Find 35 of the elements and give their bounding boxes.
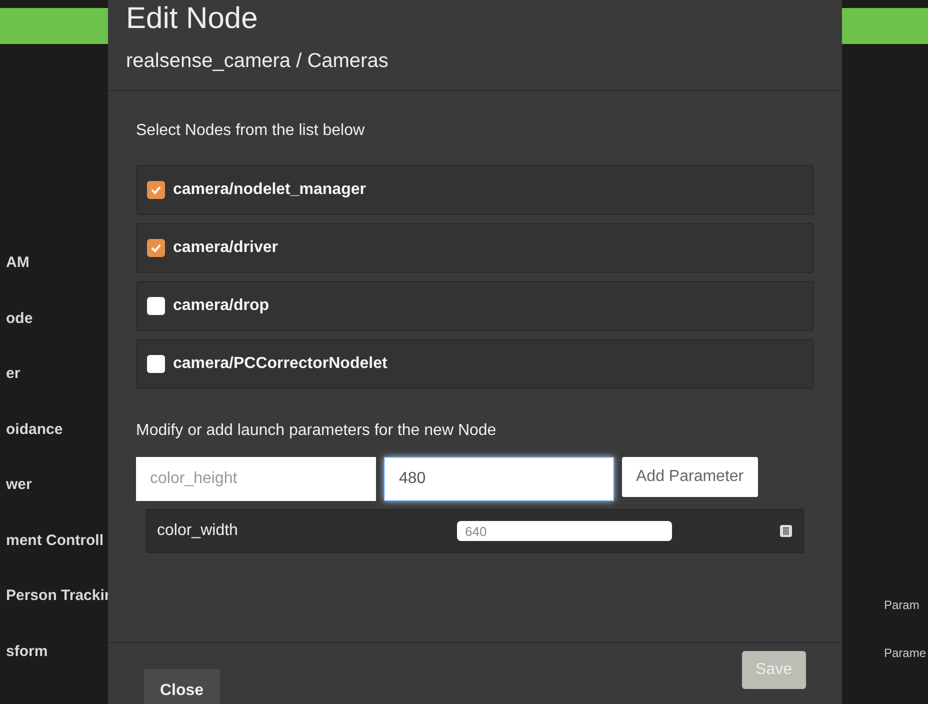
- name-field[interactable]: color_height: [136, 457, 376, 501]
- sidebar-item[interactable]: wer: [6, 474, 108, 496]
- check-icon: [150, 184, 162, 196]
- sidebar-item[interactable]: er: [6, 363, 108, 386]
- checkbox[interactable]: [147, 239, 165, 257]
- section-label: Modify or add launch parameters for the new Node: [136, 421, 498, 441]
- node-row[interactable]: camera/driver: [136, 223, 814, 273]
- sidebar-item[interactable]: Person Trackir: [6, 585, 108, 608]
- node-row[interactable]: camera/nodelet_manager: [136, 165, 814, 215]
- check-icon: [150, 242, 162, 254]
- node-row[interactable]: camera/drop: [136, 281, 814, 331]
- parameter-label: Parame: [884, 645, 928, 662]
- delete-icon[interactable]: [779, 524, 793, 538]
- checkbox[interactable]: [147, 181, 165, 199]
- dialog-subtitle: realsense_camera / Cameras: [126, 49, 390, 74]
- add-parameter-button[interactable]: Add Parameter: [622, 457, 758, 497]
- sidebar-item[interactable]: sform: [6, 640, 108, 663]
- sidebar-item[interactable]: ode: [6, 308, 108, 330]
- parameter-label: Param: [884, 597, 920, 614]
- node-label: camera/drop: [173, 296, 270, 316]
- checkbox[interactable]: [147, 355, 165, 373]
- sidebar-item[interactable]: ment Controll: [6, 530, 108, 552]
- parameter-value-field[interactable]: 640: [457, 521, 672, 541]
- node-label: camera/nodelet_manager: [173, 180, 366, 200]
- sidebar-item[interactable]: AM: [6, 252, 108, 274]
- value-field[interactable]: 480: [384, 457, 614, 501]
- sidebar-item[interactable]: oidance: [6, 418, 108, 441]
- dialog-title: Edit Node: [126, 4, 259, 34]
- close-button[interactable]: Close: [144, 669, 220, 704]
- node-row[interactable]: camera/PCCorrectorNodelet: [136, 339, 814, 389]
- section-label: Select Nodes from the list below: [136, 121, 366, 141]
- parameter-name: color_width: [157, 521, 239, 541]
- checkbox[interactable]: [147, 297, 165, 315]
- node-label: camera/PCCorrectorNodelet: [173, 354, 388, 374]
- node-label: camera/driver: [173, 238, 278, 258]
